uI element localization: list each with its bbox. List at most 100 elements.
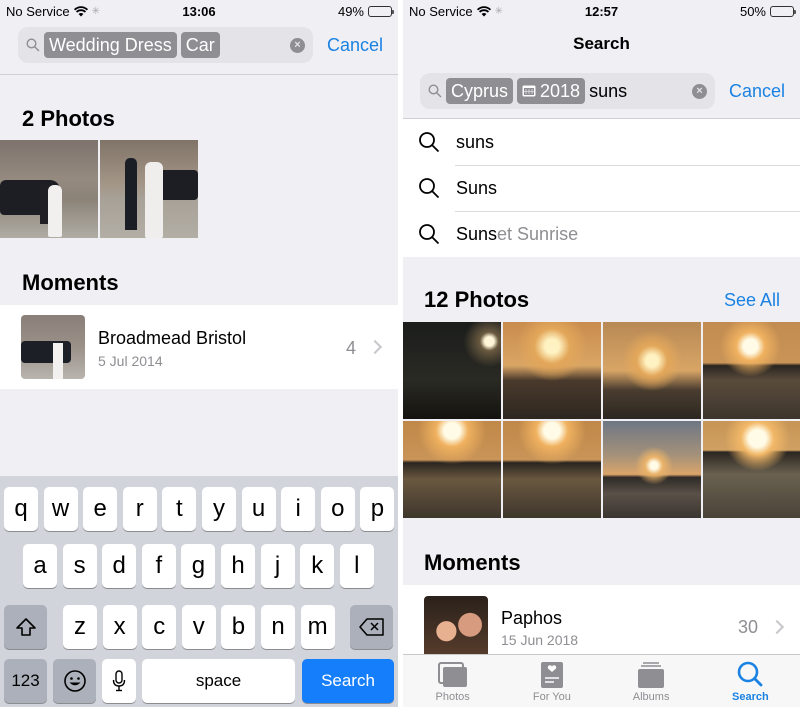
cancel-button[interactable]: Cancel (327, 35, 383, 56)
emoji-key[interactable] (53, 659, 96, 703)
microphone-icon (112, 670, 126, 692)
calendar-icon (522, 85, 536, 97)
key-x[interactable]: x (102, 605, 137, 649)
photo-thumbnail[interactable] (403, 421, 501, 518)
see-all-link[interactable]: See All (724, 290, 780, 311)
photo-thumbnail[interactable] (603, 421, 701, 518)
shift-key[interactable] (4, 605, 47, 649)
photo-thumbnail[interactable] (0, 140, 98, 238)
carrier-group: No Service ✳ (409, 4, 503, 19)
space-key[interactable]: space (142, 659, 295, 703)
key-v[interactable]: v (181, 605, 216, 649)
search-icon (428, 84, 442, 98)
key-i[interactable]: i (281, 487, 316, 531)
search-token-cyprus[interactable]: Cyprus (446, 78, 514, 104)
key-m[interactable]: m (300, 605, 335, 649)
search-field[interactable]: Wedding Dress Car × (18, 27, 313, 63)
moments-section-title: Moments (22, 270, 119, 295)
search-key[interactable]: Search (302, 659, 394, 703)
moment-date: 5 Jul 2014 (98, 353, 163, 369)
key-j[interactable]: j (260, 544, 295, 588)
moment-row-broadmead-bristol[interactable]: Broadmead Bristol 5 Jul 2014 4 (0, 305, 398, 389)
key-z[interactable]: z (63, 605, 97, 649)
key-b[interactable]: b (221, 605, 256, 649)
key-c[interactable]: c (142, 605, 177, 649)
key-g[interactable]: g (181, 544, 216, 588)
search-token-wedding-dress[interactable]: Wedding Dress (44, 32, 177, 58)
moment-thumbnail (21, 315, 85, 379)
tab-label: For You (532, 691, 571, 703)
moment-row-paphos[interactable]: Paphos 15 Jun 2018 30 (403, 585, 800, 660)
wifi-icon (476, 5, 491, 16)
nav-title: Search (573, 34, 630, 53)
search-icon (419, 132, 440, 153)
backspace-key[interactable] (350, 605, 393, 649)
key-y[interactable]: y (202, 487, 236, 531)
tab-search[interactable]: Search (701, 655, 800, 707)
tab-label: Search (732, 691, 769, 703)
key-w[interactable]: w (43, 487, 78, 531)
battery-icon (770, 5, 796, 17)
photos-section-title: 2 Photos (22, 106, 115, 131)
suggestion-text: suns (456, 132, 494, 153)
key-s[interactable]: s (62, 544, 97, 588)
carrier-label: No Service (409, 3, 473, 19)
search-token-car[interactable]: Car (180, 32, 220, 58)
search-field[interactable]: Cyprus 2018 suns × (420, 73, 715, 109)
status-bar: No Service ✳ 13:06 49% (0, 0, 398, 22)
suggestion-item[interactable]: suns (403, 119, 800, 165)
photo-thumbnail[interactable] (100, 140, 198, 238)
key-n[interactable]: n (261, 605, 295, 649)
key-r[interactable]: r (122, 487, 157, 531)
key-k[interactable]: k (300, 544, 335, 588)
photo-thumbnail[interactable] (503, 421, 601, 518)
key-f[interactable]: f (141, 544, 176, 588)
wifi-icon (73, 5, 88, 16)
search-typed-text[interactable]: suns (589, 81, 627, 102)
photos-section-title: 12 Photos (424, 287, 530, 312)
moment-date: 15 Jun 2018 (501, 632, 579, 648)
numbers-key[interactable]: 123 (4, 659, 47, 703)
cancel-button[interactable]: Cancel (729, 81, 785, 102)
tab-albums[interactable]: Albums (602, 655, 701, 707)
moments-section-title: Moments (424, 550, 521, 575)
dictation-key[interactable] (102, 659, 136, 703)
key-t[interactable]: t (162, 487, 197, 531)
key-o[interactable]: o (320, 487, 355, 531)
albums-icon (638, 662, 665, 688)
key-u[interactable]: u (241, 487, 276, 531)
moment-thumbnail (424, 596, 488, 660)
key-d[interactable]: d (102, 544, 137, 588)
suggestion-match: Suns (456, 177, 498, 198)
suggestion-match: Suns (456, 223, 498, 244)
for-you-icon (540, 662, 563, 688)
photo-thumbnail[interactable] (403, 322, 501, 419)
moment-title: Paphos (501, 608, 563, 628)
search-icon (738, 661, 763, 687)
photo-thumbnail[interactable] (703, 322, 800, 419)
key-q[interactable]: q (4, 487, 38, 531)
key-a[interactable]: a (23, 544, 57, 588)
key-p[interactable]: p (360, 487, 395, 531)
suggestion-item[interactable]: Sunset Sunrise (403, 211, 800, 257)
battery-percent: 50% (739, 3, 766, 19)
search-token-2018[interactable]: 2018 (517, 78, 586, 104)
left-screen: No Service ✳ 13:06 49% Wedding Dress Car… (0, 0, 398, 707)
suggestion-text: Sunset Sunrise (456, 224, 578, 245)
backspace-icon (358, 618, 384, 636)
key-h[interactable]: h (221, 544, 255, 588)
photo-thumbnail[interactable] (503, 322, 601, 419)
key-l[interactable]: l (339, 544, 374, 588)
tab-photos[interactable]: Photos (403, 655, 502, 707)
photo-thumbnail[interactable] (703, 421, 800, 518)
photo-thumbnail[interactable] (603, 322, 701, 419)
tab-for-you[interactable]: For You (502, 655, 601, 707)
clear-search-icon[interactable]: × (692, 83, 707, 99)
suggestion-match: suns (456, 131, 495, 152)
clear-search-icon[interactable]: × (290, 37, 305, 53)
moment-count: 30 (737, 617, 758, 637)
suggestion-item[interactable]: Suns (403, 165, 800, 211)
battery-icon (368, 5, 394, 17)
key-e[interactable]: e (83, 487, 118, 531)
keyboard: qwertyuiop asdfghjkl zxcvbnm 123 space S… (0, 476, 398, 707)
